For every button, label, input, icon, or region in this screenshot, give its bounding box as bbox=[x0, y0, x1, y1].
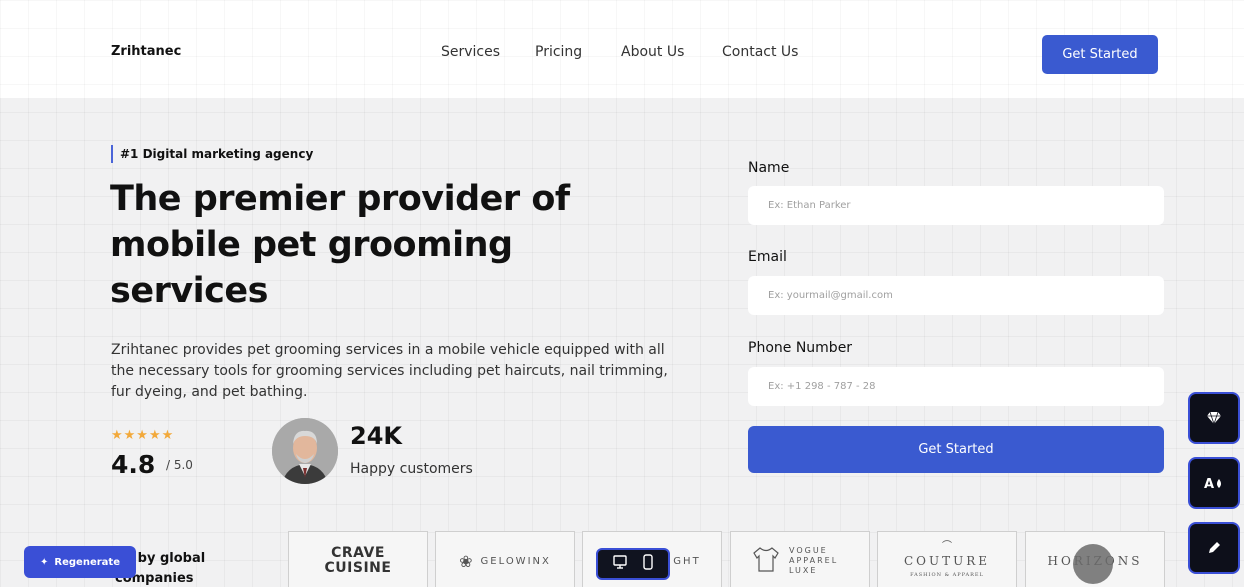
email-input[interactable] bbox=[748, 276, 1164, 315]
font-color-icon-button[interactable]: A bbox=[1188, 457, 1240, 509]
brand-name: GELOWINX bbox=[480, 555, 551, 567]
rating-stars-icon: ★★★★★ bbox=[111, 428, 175, 443]
tshirt-icon bbox=[751, 545, 781, 577]
brand-logo-crave-cuisine: CRAVE CUISINE bbox=[288, 531, 428, 587]
sparkle-icon: ✦ bbox=[40, 556, 49, 568]
hero-description: Zrihtanec provides pet grooming services… bbox=[111, 342, 668, 400]
diamond-icon bbox=[1207, 411, 1221, 425]
customer-avatar bbox=[272, 418, 338, 484]
diamond-icon-button[interactable] bbox=[1188, 392, 1240, 444]
email-label: Email bbox=[748, 249, 787, 265]
brand-logo-gelowinx: ❀ GELOWINX bbox=[435, 531, 575, 587]
hero-tagline: #1 Digital marketing agency bbox=[111, 145, 313, 163]
flower-icon: ❀ bbox=[459, 551, 473, 571]
nav-link-pricing[interactable]: Pricing bbox=[535, 44, 582, 60]
mobile-icon[interactable] bbox=[642, 554, 653, 574]
name-input[interactable] bbox=[748, 186, 1164, 225]
regenerate-button[interactable]: ✦ Regenerate bbox=[24, 546, 136, 578]
hanger-icon: ⌒ bbox=[941, 541, 952, 552]
header-get-started-button[interactable]: Get Started bbox=[1042, 35, 1158, 74]
cursor-indicator bbox=[1073, 544, 1113, 584]
brand-name: VOGUE APPAREL LUXE bbox=[789, 546, 839, 575]
hero-headline: The premier provider of mobile pet groom… bbox=[110, 179, 570, 311]
regenerate-label: Regenerate bbox=[54, 556, 120, 568]
name-label: Name bbox=[748, 160, 790, 176]
rating-value: 4.8 bbox=[111, 450, 156, 479]
svg-text:A: A bbox=[1204, 477, 1214, 491]
site-header: Zrihtanec Services Pricing About Us Cont… bbox=[0, 0, 1244, 98]
brand-name: GHT bbox=[673, 555, 701, 567]
device-toggle bbox=[596, 548, 670, 580]
desktop-icon[interactable] bbox=[613, 555, 628, 573]
brand-logo-couture: ⌒ COUTURE FASHION & APPAREL bbox=[877, 531, 1017, 587]
font-drop-icon: A bbox=[1204, 477, 1221, 491]
phone-label: Phone Number bbox=[748, 340, 853, 356]
brand-name: CRAVE CUISINE bbox=[324, 545, 392, 576]
pen-icon-button[interactable] bbox=[1188, 522, 1240, 574]
form-get-started-button[interactable]: Get Started bbox=[748, 426, 1164, 473]
nav-link-services[interactable]: Services bbox=[441, 44, 500, 60]
phone-input[interactable] bbox=[748, 367, 1164, 406]
brand-name: COUTURE bbox=[903, 554, 991, 568]
nav-link-about-us[interactable]: About Us bbox=[621, 44, 684, 60]
rating-scale: / 5.0 bbox=[166, 458, 193, 472]
customers-count: 24K bbox=[350, 422, 402, 450]
customers-label: Happy customers bbox=[350, 461, 473, 477]
nav-link-contact-us[interactable]: Contact Us bbox=[722, 44, 798, 60]
site-logo[interactable]: Zrihtanec bbox=[111, 44, 181, 59]
brand-subtitle: FASHION & APPAREL bbox=[910, 572, 984, 578]
brand-logo-vogue: VOGUE APPAREL LUXE bbox=[730, 531, 870, 587]
pen-icon bbox=[1209, 542, 1220, 553]
